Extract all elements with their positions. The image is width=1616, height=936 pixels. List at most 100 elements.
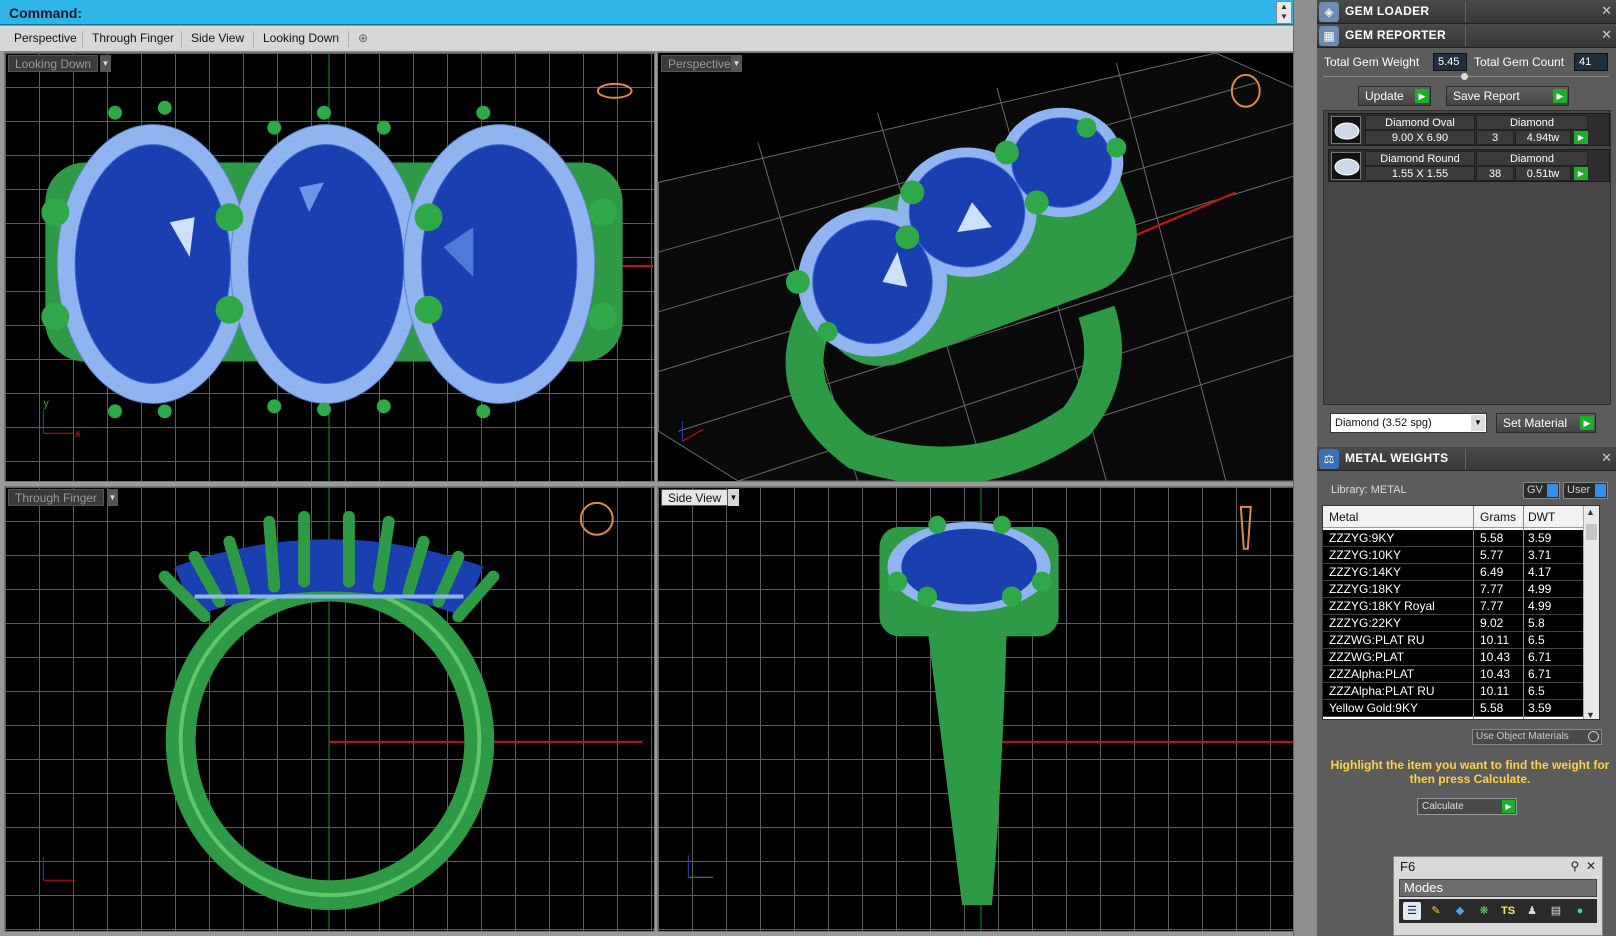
- f6-palette: F6 ⚲ ✕ Modes ☰ ✎ ◆ ❋ TS ♟ ▤ ●: [1393, 856, 1603, 936]
- tab-separator: [253, 31, 254, 47]
- save-report-button[interactable]: Save Report ▶: [1446, 86, 1569, 106]
- ts-icon[interactable]: TS: [1499, 902, 1517, 920]
- tab-side-view[interactable]: Side View: [187, 31, 248, 45]
- pin-icon[interactable]: ⚲: [1570, 859, 1579, 873]
- grams-cell: 10.11: [1480, 633, 1510, 647]
- table-row[interactable]: ZZZYG:14KY 6.49 4.17: [1323, 564, 1585, 581]
- save-report-label: Save Report: [1453, 89, 1520, 103]
- column-header-dwt[interactable]: DWT: [1528, 510, 1555, 524]
- play-icon: ▶: [1502, 800, 1515, 813]
- gem-icon[interactable]: ◆: [1451, 902, 1469, 920]
- column-header-grams[interactable]: Grams: [1480, 510, 1516, 524]
- document-icon[interactable]: ▤: [1547, 902, 1565, 920]
- viewport-dropdown-icon[interactable]: ▼: [100, 55, 111, 72]
- viewport-label-side-view[interactable]: Side View: [661, 489, 729, 506]
- table-row[interactable]: ZZZYG:18KY 7.77 4.99: [1323, 581, 1585, 598]
- command-bar[interactable]: Command: ▲ ▼: [0, 0, 1293, 25]
- gem-row[interactable]: Diamond Round Diamond 1.55 X 1.55 38 0.5…: [1328, 149, 1610, 182]
- metal-weights-header[interactable]: ⚖ METAL WEIGHTS ✕: [1317, 447, 1616, 471]
- dwt-cell: 3.71: [1528, 548, 1552, 562]
- close-icon[interactable]: ✕: [1601, 27, 1612, 43]
- sphere-icon[interactable]: ●: [1571, 902, 1589, 920]
- viewport-through-finger[interactable]: Through Finger ▼: [4, 486, 655, 932]
- material-select-value: Diamond (3.52 spg): [1335, 417, 1432, 429]
- toggle-indicator: [1595, 484, 1606, 497]
- tab-looking-down[interactable]: Looking Down: [259, 31, 343, 45]
- add-tab-icon[interactable]: ⊕: [354, 31, 372, 45]
- palette-controls: ⚲ ✕: [1570, 859, 1596, 873]
- total-gem-count-label: Total Gem Count: [1474, 55, 1565, 69]
- gem-reporter-header[interactable]: ▦ GEM REPORTER ✕: [1317, 24, 1616, 48]
- pencil-icon[interactable]: ✎: [1427, 902, 1445, 920]
- ring-side-render: [687, 487, 1306, 931]
- gv-toggle[interactable]: GV: [1523, 482, 1560, 499]
- viewport-label-through-finger[interactable]: Through Finger: [8, 489, 105, 506]
- table-row[interactable]: ZZZYG:18KY Royal 7.77 4.99: [1323, 598, 1585, 615]
- update-label: Update: [1365, 89, 1404, 103]
- metal-name-cell: ZZZYG:10KY: [1329, 548, 1402, 562]
- metal-name-cell: ZZZYG:22KY: [1329, 616, 1402, 630]
- update-button[interactable]: Update ▶: [1358, 86, 1431, 106]
- set-material-label: Set Material: [1503, 416, 1568, 430]
- scroll-thumb[interactable]: [1586, 524, 1597, 540]
- header-grip: [1465, 449, 1466, 469]
- close-icon[interactable]: ✕: [1601, 3, 1612, 19]
- column-divider: [1523, 506, 1524, 719]
- table-row[interactable]: ZZZWG:PLAT RU 10.11 6.5: [1323, 632, 1585, 649]
- gem-row[interactable]: Diamond Oval Diamond 9.00 X 6.90 3 4.94t…: [1328, 113, 1610, 146]
- viewport-dropdown-icon[interactable]: ▼: [728, 489, 739, 506]
- play-icon: ▶: [1553, 89, 1567, 103]
- viewport-dropdown-icon[interactable]: ▼: [107, 489, 118, 506]
- gem-reporter-icon: ▦: [1319, 26, 1339, 46]
- tab-through-finger[interactable]: Through Finger: [88, 31, 178, 45]
- material-select[interactable]: Diamond (3.52 spg) ▼: [1330, 413, 1487, 433]
- tab-separator: [181, 31, 182, 47]
- library-label: Library: METAL: [1331, 484, 1407, 496]
- viewport-looking-down[interactable]: y x Looking Down ▼: [4, 52, 655, 482]
- chevron-down-icon[interactable]: ▼: [1586, 710, 1595, 719]
- table-row[interactable]: ZZZYG:22KY 9.02 5.8: [1323, 615, 1585, 632]
- table-row[interactable]: ZZZYG:10KY 5.77 3.71: [1323, 547, 1585, 564]
- user-toggle[interactable]: User: [1563, 482, 1608, 499]
- play-icon[interactable]: ▶: [1574, 131, 1588, 144]
- pattern-icon[interactable]: ❋: [1475, 902, 1493, 920]
- viewport-dropdown-icon[interactable]: ▼: [731, 55, 742, 72]
- viewport-side-view[interactable]: Side View ▼: [657, 486, 1307, 932]
- metal-table: Metal Grams DWT ZZZYG:9KY 5.58 3.59 ZZZYG:1…: [1322, 505, 1600, 720]
- gem-total-weight: 4.94tw: [1515, 130, 1571, 145]
- column-header-metal[interactable]: Metal: [1329, 510, 1358, 524]
- drag-handle[interactable]: [1461, 73, 1468, 80]
- viewport-label-looking-down[interactable]: Looking Down: [8, 55, 99, 72]
- metal-name-cell: ZZZYG:18KY: [1329, 582, 1402, 596]
- user-icon[interactable]: ♟: [1523, 902, 1541, 920]
- list-mode-icon[interactable]: ☰: [1403, 902, 1421, 920]
- close-icon[interactable]: ✕: [1601, 450, 1612, 466]
- panel-splitter[interactable]: [1293, 0, 1317, 936]
- dwt-cell: 4.99: [1528, 582, 1552, 596]
- command-scroll-button[interactable]: ▲ ▼: [1276, 1, 1292, 24]
- viewport-perspective[interactable]: Perspective ▼: [657, 52, 1307, 482]
- table-row[interactable]: ZZZAlpha:PLAT RU 10.11 6.5: [1323, 683, 1585, 700]
- oval-gem-icon: [1331, 116, 1361, 144]
- gem-shape: Diamond Oval: [1365, 115, 1475, 130]
- tab-perspective[interactable]: Perspective: [10, 31, 81, 45]
- ring-top-render: y x: [41, 53, 654, 481]
- calculate-button[interactable]: Calculate ▶: [1417, 798, 1517, 815]
- dwt-cell: 3.59: [1528, 701, 1552, 715]
- viewport-label-perspective[interactable]: Perspective: [661, 55, 738, 72]
- set-material-button[interactable]: Set Material ▶: [1496, 413, 1596, 433]
- gem-reporter-title: GEM REPORTER: [1345, 28, 1446, 42]
- table-row[interactable]: ZZZYG:9KY 5.58 3.59: [1323, 530, 1585, 547]
- gem-loader-header[interactable]: ◈ GEM LOADER ✕: [1317, 0, 1616, 24]
- scrollbar[interactable]: ▲ ▼: [1583, 506, 1599, 719]
- gem-loader-icon: ◈: [1319, 2, 1339, 22]
- use-object-materials-toggle[interactable]: Use Object Materials: [1472, 729, 1602, 745]
- modes-header[interactable]: Modes: [1399, 879, 1597, 897]
- play-icon[interactable]: ▶: [1574, 167, 1588, 180]
- table-row[interactable]: ZZZWG:PLAT 10.43 6.71: [1323, 649, 1585, 666]
- grams-cell: 5.58: [1480, 531, 1504, 545]
- table-row[interactable]: ZZZAlpha:PLAT 10.43 6.71: [1323, 666, 1585, 683]
- table-row[interactable]: Yellow Gold:9KY 5.58 3.59: [1323, 700, 1585, 717]
- chevron-up-icon[interactable]: ▲: [1586, 507, 1595, 517]
- close-icon[interactable]: ✕: [1586, 859, 1596, 873]
